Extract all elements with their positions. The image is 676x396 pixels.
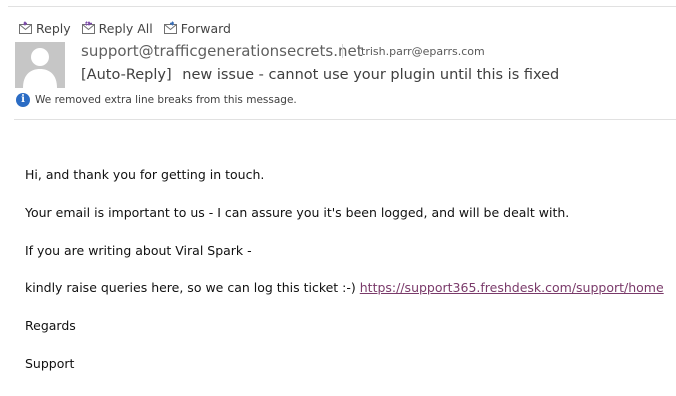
sender-address[interactable]: support@trafficgenerationsecrets.net bbox=[81, 42, 363, 60]
reply-all-button[interactable]: Reply All bbox=[81, 20, 153, 36]
subject-prefix: [Auto-Reply] bbox=[81, 67, 172, 83]
reply-label: Reply bbox=[36, 20, 71, 36]
reply-all-icon bbox=[81, 21, 95, 34]
viral-spark-line: If you are writing about Viral Spark - bbox=[25, 243, 252, 258]
regards-line: Regards bbox=[25, 318, 76, 333]
subject-line: [Auto-Reply] new issue - cannot use your… bbox=[81, 67, 559, 83]
forward-icon bbox=[163, 21, 177, 34]
info-icon: i bbox=[16, 93, 30, 107]
top-divider bbox=[8, 6, 676, 7]
forward-label: Forward bbox=[180, 20, 231, 36]
reply-all-label: Reply All bbox=[98, 20, 153, 36]
greeting-line: Hi, and thank you for getting in touch. bbox=[25, 167, 265, 182]
support-link[interactable]: https://support365.freshdesk.com/support… bbox=[360, 280, 664, 295]
subject-text: new issue - cannot use your plugin until… bbox=[182, 67, 560, 83]
sender-avatar bbox=[15, 42, 65, 88]
header-separator bbox=[342, 44, 343, 58]
reply-icon bbox=[19, 21, 32, 34]
reply-button[interactable]: Reply bbox=[18, 20, 71, 36]
signature-line: Support bbox=[25, 356, 75, 371]
info-bar[interactable]: i We removed extra line breaks from this… bbox=[16, 93, 297, 107]
queries-line: kindly raise queries here, so we can log… bbox=[25, 280, 664, 295]
reading-pane-actions: Reply Reply All Forward bbox=[18, 17, 241, 39]
info-message: We removed extra line breaks from this m… bbox=[35, 94, 297, 106]
importance-line: Your email is important to us - I can as… bbox=[25, 205, 570, 220]
recipient-address[interactable]: trish.parr@eparrs.com bbox=[361, 45, 485, 58]
person-icon bbox=[15, 42, 65, 88]
queries-text: kindly raise queries here, so we can log… bbox=[25, 280, 360, 295]
forward-button[interactable]: Forward bbox=[163, 20, 231, 36]
header-divider bbox=[14, 119, 676, 120]
